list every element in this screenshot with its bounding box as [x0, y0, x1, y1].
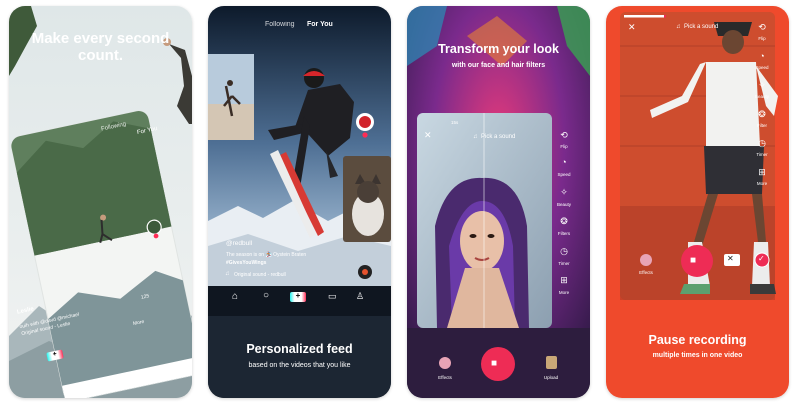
card-4-title: Pause recording [648, 333, 747, 347]
tool-label-beauty: Beauty [556, 202, 571, 207]
create-video-icon[interactable]: + [290, 292, 306, 302]
card-2-title: Personalized feed [246, 342, 353, 356]
beauty-wand-icon[interactable]: ✧ [755, 81, 769, 90]
tab-following[interactable]: Following [265, 21, 295, 28]
video-caption-line: The season is on 🏂 Oystein Braten [226, 252, 307, 258]
tool-label-timer: Timer [558, 261, 570, 266]
card-make-every-second-count: Make every second count. Following For Y… [9, 6, 192, 398]
card-pause-recording: ✕ ♫ Pick a sound ⟲ Flip ◔ Speed ✧ Beauty… [606, 6, 789, 398]
more-grid-icon[interactable]: ⊞ [755, 168, 769, 177]
speed-icon[interactable]: ◔ [755, 52, 769, 61]
effects-label[interactable]: Effects [636, 270, 656, 275]
upload-label[interactable]: Upload [541, 375, 561, 380]
delete-clip-icon[interactable]: ✕ [727, 255, 734, 263]
effects-label[interactable]: Effects [435, 375, 455, 380]
tool-label-more: More [756, 181, 768, 186]
more-grid-icon[interactable]: ⊞ [557, 276, 571, 285]
confirm-check-icon[interactable]: ✓ [758, 255, 765, 263]
card-personalized-feed: Following For You @redbull The season is… [208, 6, 391, 398]
record-button[interactable]: ■ [690, 256, 696, 266]
home-icon[interactable]: ⌂ [232, 292, 238, 302]
card-3-subheadline: with our face and hair filters [451, 62, 546, 69]
flip-camera-icon[interactable]: ⟲ [755, 23, 769, 32]
video-sound-name[interactable]: Original sound - redbull [234, 272, 286, 278]
record-button[interactable]: ■ [491, 359, 497, 369]
tool-label-more: More [558, 290, 570, 295]
video-author[interactable]: @redbull [226, 240, 252, 247]
screenshot-strip: Make every second count. Following For Y… [0, 0, 800, 404]
tab-for-you[interactable]: For You [307, 21, 333, 28]
tool-label-flip: Flip [758, 36, 766, 41]
tool-label-flip: Flip [560, 144, 568, 149]
timer-icon[interactable]: ◷ [755, 139, 769, 148]
discover-search-icon[interactable]: ○ [263, 291, 269, 301]
card-4-subtitle: multiple times in one video [652, 352, 743, 359]
tool-label-filter: Filter [757, 123, 767, 128]
filters-icon[interactable]: ❂ [755, 110, 769, 119]
music-note-icon: ♫ [473, 134, 478, 140]
card-1-headline: Make every second count. [31, 30, 170, 64]
inbox-icon[interactable]: ▭ [328, 292, 337, 301]
card-3-headline: Transform your look [438, 42, 559, 56]
tool-label-beauty: Beauty [754, 94, 769, 99]
pick-sound-button[interactable]: Pick a sound [481, 134, 515, 140]
music-note-icon: ♫ [225, 271, 230, 277]
close-icon[interactable]: ✕ [628, 23, 636, 32]
time-badge: 15s [451, 120, 459, 125]
speed-icon[interactable]: ◔ [557, 158, 571, 167]
tool-label-filters: Filters [557, 231, 571, 236]
close-icon[interactable]: ✕ [424, 131, 432, 140]
filters-icon[interactable]: ❂ [557, 217, 571, 226]
beauty-wand-icon[interactable]: ✧ [557, 188, 571, 197]
tool-label-speed: Speed [557, 172, 571, 177]
music-note-icon: ♫ [676, 24, 681, 30]
video-hashtag[interactable]: #GivesYouWings [226, 260, 266, 266]
timer-icon[interactable]: ◷ [557, 247, 571, 256]
card-transform-your-look: Transform your look with our face and ha… [407, 6, 590, 398]
flip-camera-icon[interactable]: ⟲ [557, 131, 571, 140]
tool-label-timer: Timer [756, 152, 768, 157]
pick-sound-button[interactable]: Pick a sound [684, 24, 718, 30]
card-2-subtitle: based on the videos that you like [248, 362, 351, 369]
tool-label-speed: Speed [755, 65, 769, 70]
profile-icon[interactable]: ♙ [356, 292, 364, 301]
card-2-background [208, 6, 391, 398]
card-1-background [9, 6, 192, 398]
